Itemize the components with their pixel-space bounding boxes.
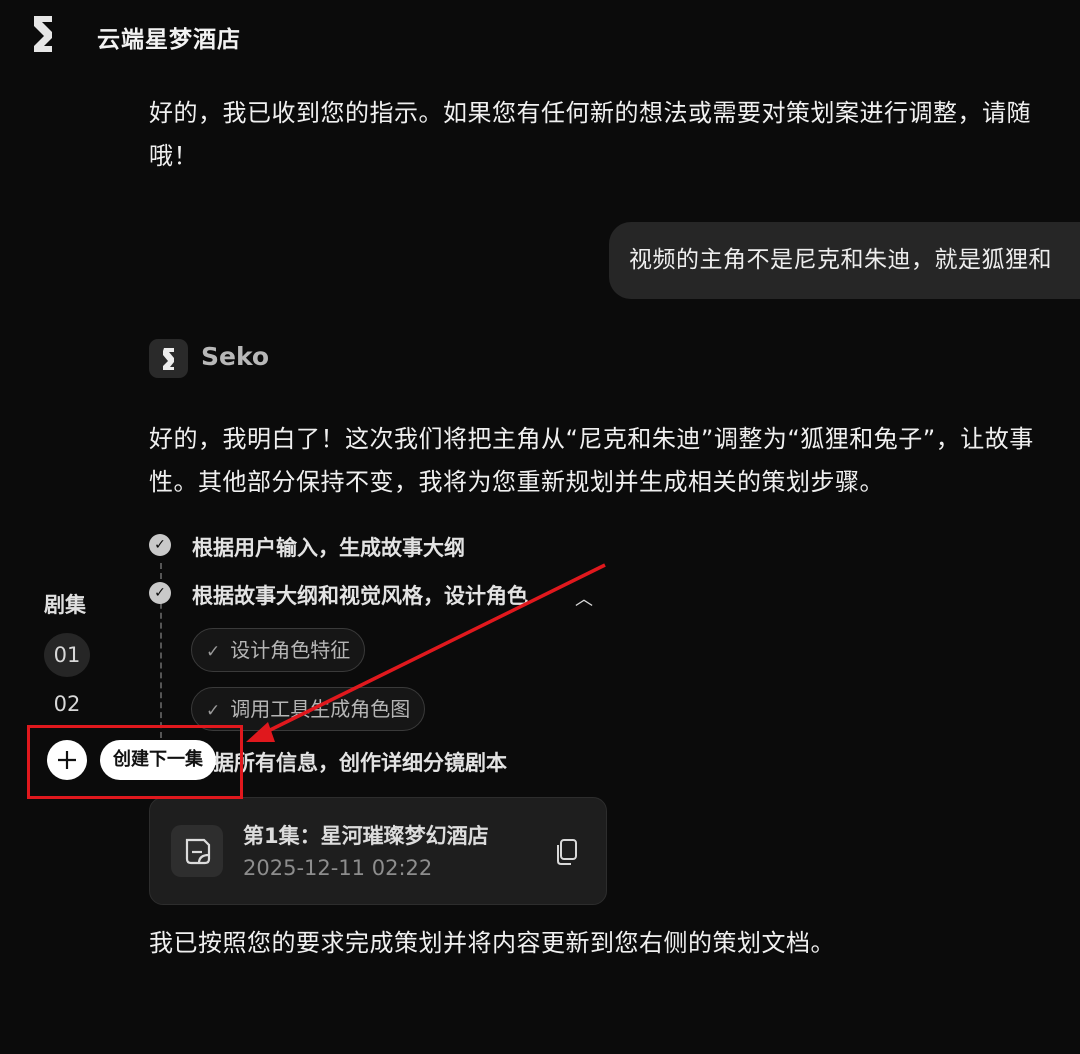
annotation-arrow (246, 563, 606, 742)
chat-page: 云端星梦酒店 好的，我已收到您的指示。如果您有任何新的想法或需要对策划案进行调整… (0, 0, 1080, 1054)
